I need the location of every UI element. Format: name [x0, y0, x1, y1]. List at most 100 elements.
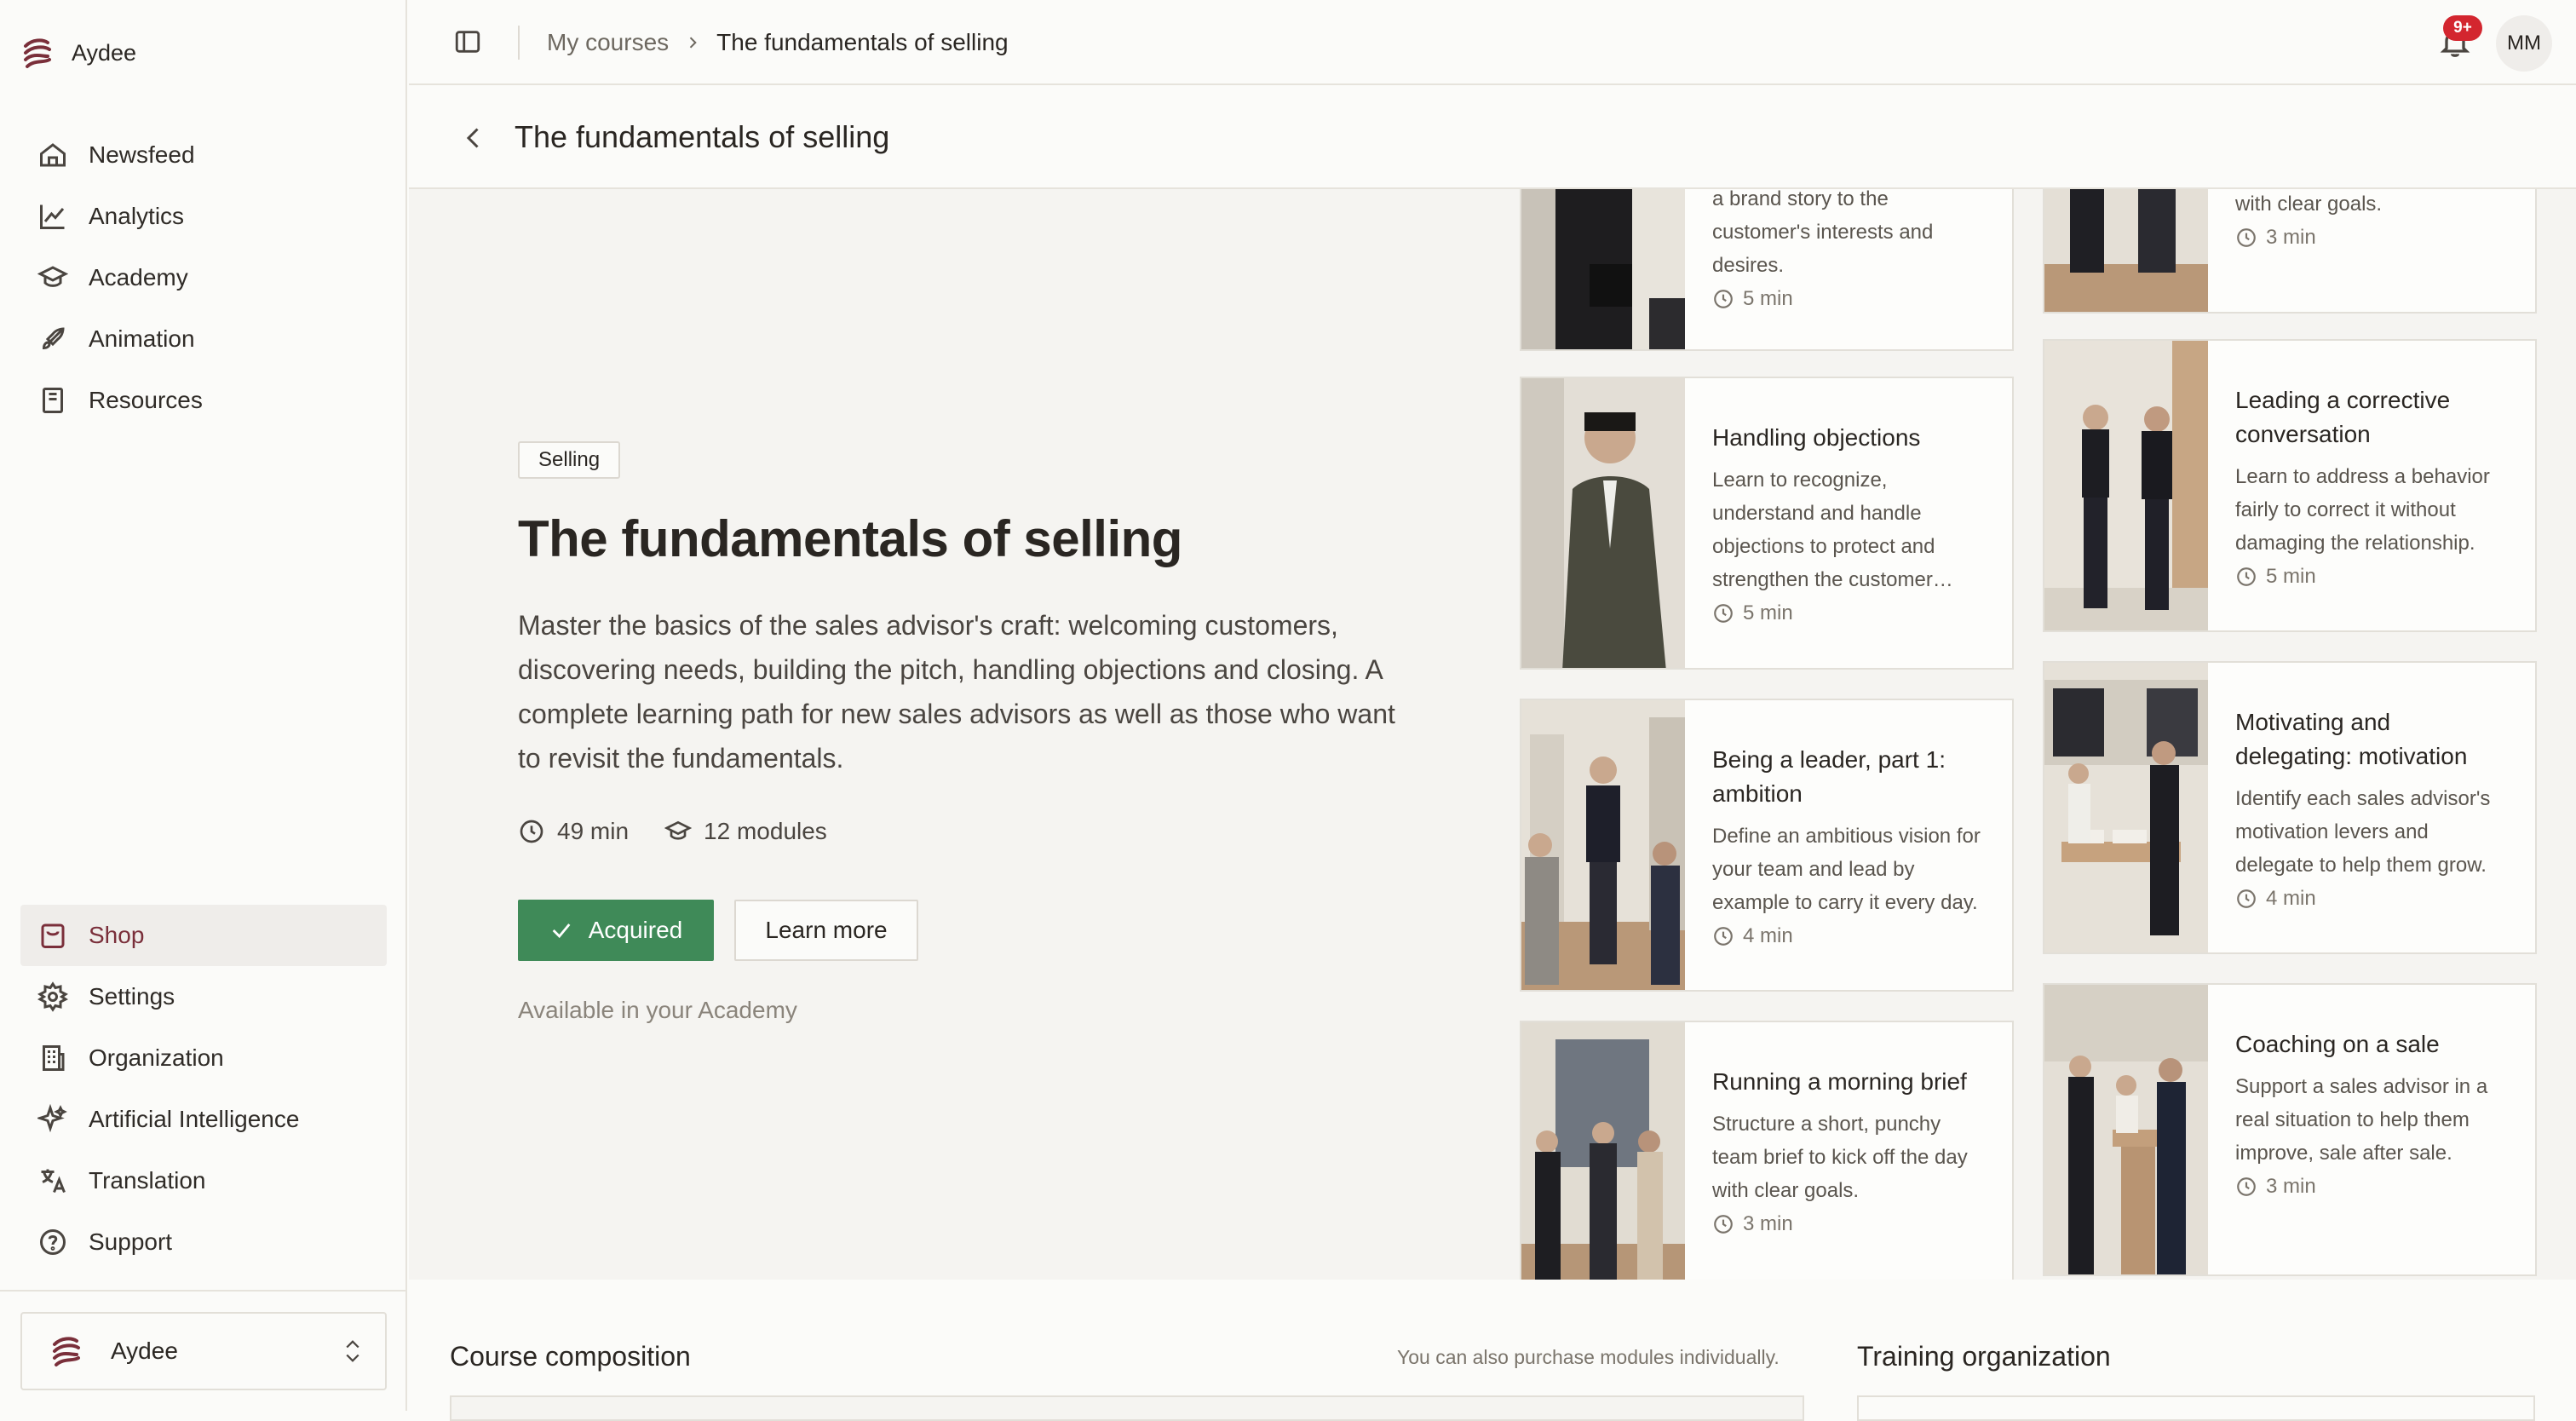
- module-duration-value: 4 min: [1743, 924, 1793, 947]
- sidebar-toggle-icon[interactable]: [453, 27, 482, 56]
- graduation-cap-icon: [664, 820, 693, 840]
- sidebar-item-label: Support: [89, 1228, 173, 1255]
- module-card[interactable]: Handling objections Learn to recognize, …: [1520, 377, 2014, 670]
- sparkles-icon: [37, 1104, 67, 1133]
- module-thumbnail: [2044, 663, 2208, 952]
- avatar[interactable]: MM: [2496, 15, 2552, 72]
- organization-switcher[interactable]: Aydee: [20, 1312, 387, 1390]
- course-composition-panel: [450, 1395, 1804, 1421]
- module-body: Being a leader, part 1: ambition Define …: [1685, 700, 2012, 990]
- sidebar-item-translation[interactable]: Translation: [20, 1150, 387, 1211]
- course-hero: Selling The fundamentals of selling Mast…: [409, 189, 2576, 1280]
- page-title: The fundamentals of selling: [515, 119, 890, 154]
- sidebar-item-newsfeed[interactable]: Newsfeed: [20, 124, 387, 186]
- module-description: a brand story to the customer's interest…: [1712, 189, 1934, 277]
- module-description: Structure a short, punchy team brief to …: [1712, 1113, 1968, 1202]
- module-thumbnail: [1521, 1022, 1685, 1280]
- module-card[interactable]: Being a leader, part 1: ambition Define …: [1520, 699, 2014, 992]
- module-body: Motivating and delegating: motivation Id…: [2208, 663, 2535, 952]
- clock-icon: [520, 820, 543, 843]
- clock-icon: [2237, 1177, 2256, 1196]
- module-card[interactable]: Leading a corrective conversation Learn …: [2043, 339, 2537, 632]
- sidebar-item-label: Artificial Intelligence: [89, 1106, 300, 1132]
- sidebar-item-support[interactable]: Support: [20, 1211, 387, 1273]
- clock-icon: [2237, 889, 2256, 908]
- gear-icon: [37, 981, 68, 1012]
- building-icon: [43, 1045, 65, 1071]
- module-title: Being a leader, part 1: ambition: [1712, 746, 1946, 807]
- clock-icon: [2237, 228, 2256, 247]
- sidebar-item-animation[interactable]: Animation: [20, 308, 387, 370]
- chart-line-icon: [40, 204, 65, 229]
- chevron-right-icon: [689, 37, 697, 49]
- module-thumbnail: [2044, 985, 2208, 1274]
- brand[interactable]: Aydee: [19, 32, 136, 73]
- breadcrumb-my-courses[interactable]: My courses: [547, 29, 669, 56]
- module-thumbnail: [1521, 700, 1685, 990]
- module-duration: 5 min: [1712, 287, 1987, 311]
- module-title: Leading a corrective conversation: [2235, 387, 2451, 447]
- module-duration-value: 5 min: [1743, 287, 1793, 310]
- primary-nav: Newsfeed Analytics Academy Animation Res…: [20, 124, 387, 431]
- topbar-separator: [518, 26, 520, 60]
- course-duration: 49 min: [518, 818, 629, 845]
- module-duration: 3 min: [1712, 1212, 1987, 1236]
- module-card[interactable]: with clear goals. 3 min: [2043, 189, 2537, 314]
- sidebar-item-academy[interactable]: Academy: [20, 247, 387, 308]
- course-modules-value: 12 modules: [704, 818, 827, 844]
- clock-icon: [2237, 567, 2256, 586]
- module-description: Learn to address a behavior fairly to co…: [2235, 465, 2490, 555]
- module-description: with clear goals.: [2235, 193, 2383, 216]
- chevron-left-icon[interactable]: [458, 123, 489, 153]
- sidebar-item-artificial-intelligence[interactable]: Artificial Intelligence: [20, 1089, 387, 1150]
- availability-text: Available in your Academy: [518, 997, 797, 1023]
- module-thumbnail: [1521, 189, 1685, 349]
- breadcrumb: My courses The fundamentals of selling: [547, 26, 1009, 60]
- sidebar-item-label: Animation: [89, 325, 195, 352]
- module-thumbnail: [1521, 378, 1685, 668]
- sidebar-item-label: Translation: [89, 1167, 206, 1194]
- sidebar-item-label: Analytics: [89, 203, 185, 229]
- module-body: Leading a corrective conversation Learn …: [2208, 341, 2535, 630]
- module-duration-value: 5 min: [1743, 601, 1793, 624]
- aydee-logo-icon: [24, 38, 51, 68]
- check-icon: [552, 923, 571, 939]
- sidebar-item-label: Settings: [89, 983, 175, 1010]
- module-title: Handling objections: [1712, 424, 1921, 451]
- sidebar-item-analytics[interactable]: Analytics: [20, 186, 387, 247]
- sidebar-item-shop[interactable]: Shop: [20, 905, 387, 966]
- graduation-cap-icon: [37, 266, 68, 287]
- module-body: Coaching on a sale Support a sales advis…: [2208, 985, 2535, 1274]
- course-tag: Selling: [518, 441, 621, 479]
- clock-icon: [1714, 1215, 1733, 1234]
- module-thumbnail: [2044, 189, 2208, 312]
- module-duration: 4 min: [1712, 924, 1987, 948]
- module-title: Motivating and delegating: motivation: [2235, 709, 2468, 769]
- module-card[interactable]: Motivating and delegating: motivation Id…: [2043, 661, 2537, 954]
- module-duration-value: 3 min: [2266, 226, 2316, 249]
- module-duration: 5 min: [2235, 565, 2510, 589]
- module-description: Support a sales advisor in a real situat…: [2235, 1075, 2488, 1165]
- course-modules: 12 modules: [664, 818, 827, 845]
- sidebar-item-resources[interactable]: Resources: [20, 370, 387, 431]
- chevron-up-down-icon: [346, 1340, 359, 1362]
- sidebar-item-organization[interactable]: Organization: [20, 1027, 387, 1089]
- learn-more-button[interactable]: Learn more: [734, 900, 918, 961]
- acquired-button[interactable]: Acquired: [518, 900, 714, 961]
- home-icon: [40, 143, 66, 167]
- module-card[interactable]: Coaching on a sale Support a sales advis…: [2043, 983, 2537, 1276]
- sidebar-item-label: Newsfeed: [89, 141, 195, 168]
- module-card[interactable]: Running a morning brief Structure a shor…: [1520, 1021, 2014, 1280]
- module-duration: 4 min: [2235, 887, 2510, 911]
- sidebar: Aydee Newsfeed Analytics Academy Animati…: [0, 0, 407, 1411]
- secondary-nav: Shop Settings Organization Artificial In…: [20, 905, 387, 1273]
- module-card[interactable]: a brand story to the customer's interest…: [1520, 189, 2014, 351]
- sidebar-item-settings[interactable]: Settings: [20, 966, 387, 1027]
- module-duration: 3 min: [2235, 226, 2510, 250]
- clock-icon: [1714, 290, 1733, 308]
- module-thumbnail: [2044, 341, 2208, 630]
- aydee-logo-icon: [53, 1337, 80, 1366]
- organization-name: Aydee: [111, 1338, 178, 1364]
- module-description: Define an ambitious vision for your team…: [1712, 825, 1981, 914]
- course-description: Master the basics of the sales advisor's…: [518, 610, 1395, 774]
